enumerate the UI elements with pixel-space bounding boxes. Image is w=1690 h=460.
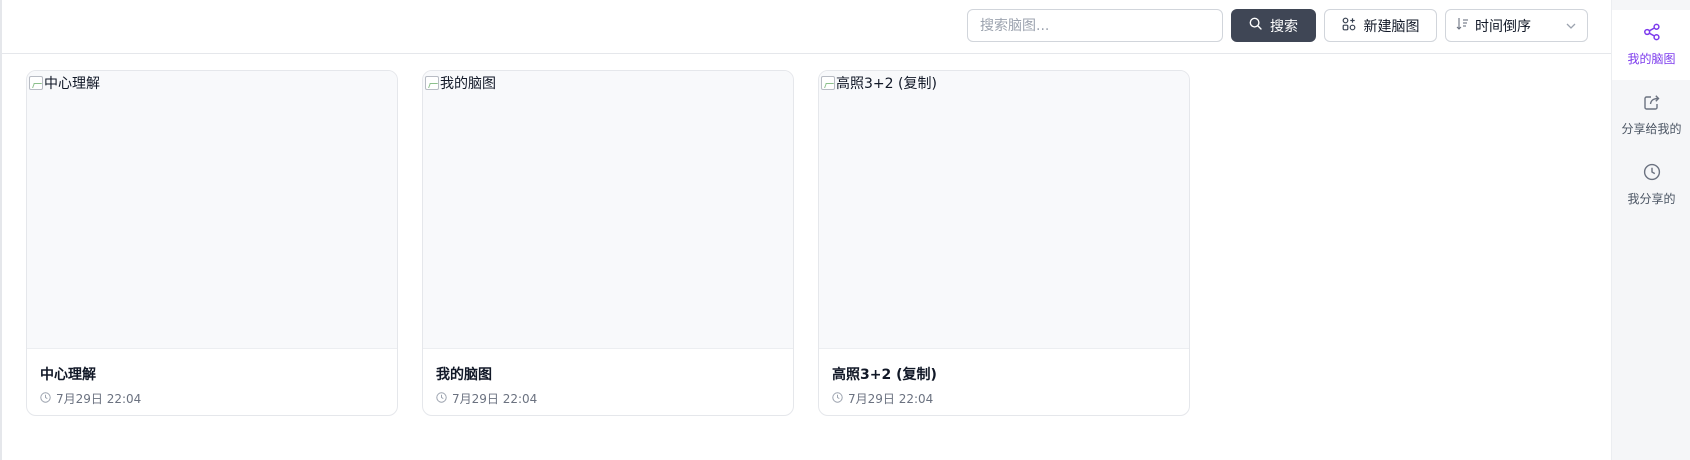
search-input[interactable] xyxy=(967,9,1223,42)
thumbnail-alt-text: 我的脑图 xyxy=(425,73,496,93)
card-date: 7月29日 22:04 xyxy=(832,390,933,407)
clock-icon xyxy=(1643,163,1661,184)
search-icon xyxy=(1249,17,1262,34)
search-button-label: 搜索 xyxy=(1270,18,1298,35)
mindmap-card[interactable]: 中心理解 中心理解 7月29日 22:04 xyxy=(26,70,398,416)
sidebar-item-label: 我分享的 xyxy=(1627,192,1676,206)
card-thumbnail: 高照3+2 (复制) xyxy=(819,71,1189,349)
sidebar-item-my-shares[interactable]: 我分享的 xyxy=(1612,150,1690,220)
mindmap-add-icon xyxy=(1342,17,1356,35)
clock-icon xyxy=(832,391,843,406)
card-thumbnail: 中心理解 xyxy=(27,71,397,349)
broken-image-icon xyxy=(425,76,439,90)
broken-image-icon xyxy=(821,76,835,90)
sort-select[interactable]: 时间倒序 xyxy=(1445,9,1588,42)
share-arrow-icon xyxy=(1643,93,1661,114)
card-date: 7月29日 22:04 xyxy=(40,390,141,407)
thumbnail-alt-text: 高照3+2 (复制) xyxy=(821,73,937,93)
mindmap-card[interactable]: 高照3+2 (复制) 高照3+2 (复制) 7月29日 22:04 xyxy=(818,70,1190,416)
sidebar-item-label: 分享给我的 xyxy=(1621,122,1682,136)
chevron-down-icon xyxy=(1565,20,1577,32)
sidebar-item-my-mindmaps[interactable]: 我的脑图 xyxy=(1612,10,1690,80)
mindmap-card[interactable]: 我的脑图 我的脑图 7月29日 22:04 xyxy=(422,70,794,416)
card-title: 高照3+2 (复制) xyxy=(832,367,937,383)
clock-icon xyxy=(436,391,447,406)
new-mindmap-label: 新建脑图 xyxy=(1363,18,1420,35)
new-mindmap-button[interactable]: 新建脑图 xyxy=(1324,9,1437,42)
toolbar: 搜索 新建脑图 时间倒序 xyxy=(2,0,1611,54)
share-nodes-icon xyxy=(1643,23,1661,44)
main-content: 搜索 新建脑图 时间倒序 中心理解 中心理解 xyxy=(0,0,1611,460)
card-title: 我的脑图 xyxy=(436,367,492,383)
sidebar-item-label: 我的脑图 xyxy=(1627,52,1676,66)
sort-desc-icon xyxy=(1456,17,1469,34)
sort-select-value: 时间倒序 xyxy=(1475,18,1531,35)
right-sidebar: 我的脑图 分享给我的 我分享的 xyxy=(1611,0,1690,460)
sidebar-item-shared-with-me[interactable]: 分享给我的 xyxy=(1612,80,1690,150)
thumbnail-alt-text: 中心理解 xyxy=(29,73,100,93)
card-title: 中心理解 xyxy=(40,367,96,383)
broken-image-icon xyxy=(29,76,43,90)
clock-icon xyxy=(40,391,51,406)
card-thumbnail: 我的脑图 xyxy=(423,71,793,349)
card-date: 7月29日 22:04 xyxy=(436,390,537,407)
search-button[interactable]: 搜索 xyxy=(1231,9,1316,42)
